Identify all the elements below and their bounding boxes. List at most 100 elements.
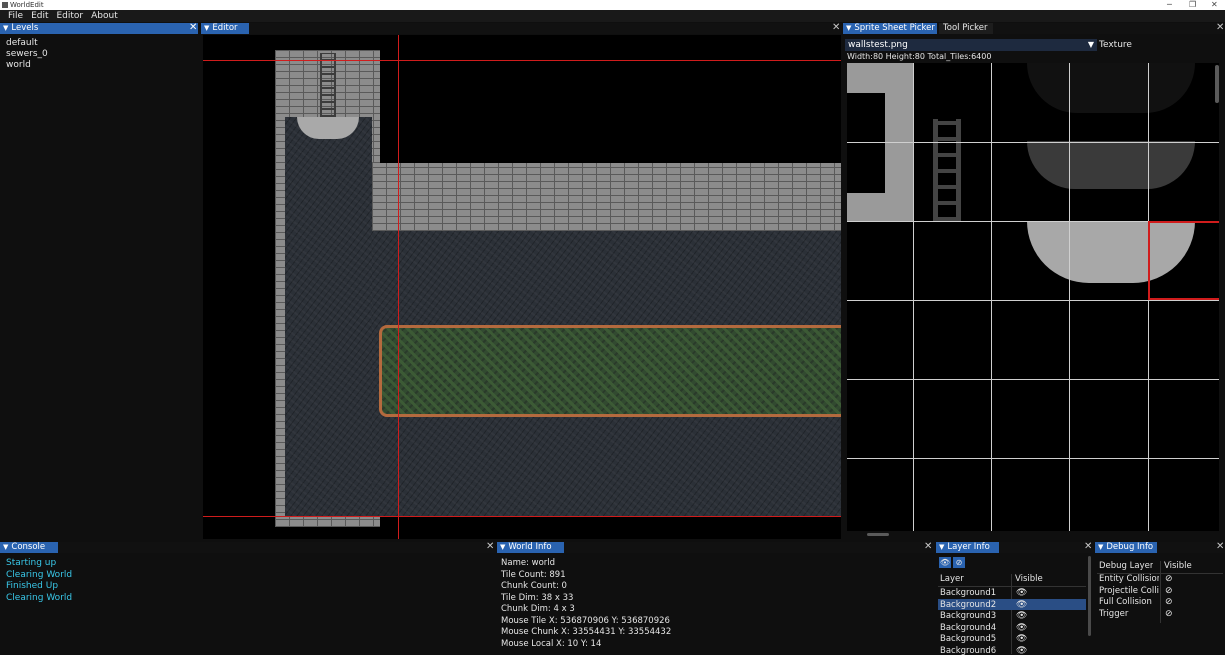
triangle-down-icon[interactable]: ▼ bbox=[939, 543, 944, 551]
triangle-down-icon[interactable]: ▼ bbox=[1098, 543, 1103, 551]
eye-icon[interactable]: 👁 bbox=[1016, 634, 1027, 646]
arch-mid-tile bbox=[1027, 141, 1195, 189]
close-icon[interactable]: ✕ bbox=[1216, 541, 1224, 552]
layer-row[interactable]: Background6 bbox=[940, 646, 1010, 655]
layer-row[interactable]: Background3 bbox=[940, 611, 1010, 623]
editor-panel: ▼ Editor ✕ bbox=[201, 22, 842, 541]
menu-file[interactable]: File bbox=[4, 10, 27, 22]
mouse-local: Mouse Local X: 10 Y: 14 bbox=[501, 638, 602, 649]
close-icon[interactable]: ✕ bbox=[486, 541, 494, 552]
grid-line bbox=[991, 63, 992, 531]
debug-layer-row[interactable]: Trigger bbox=[1099, 609, 1159, 621]
minimize-button[interactable]: ─ bbox=[1167, 0, 1172, 9]
console-title-bar: ▼ Console ✕ bbox=[0, 541, 496, 553]
tab-levels[interactable]: ▼ Levels bbox=[0, 23, 198, 34]
hide-all-eye-slash-icon[interactable]: ⊘ bbox=[953, 557, 965, 568]
window-title: WorldEdit bbox=[10, 1, 44, 9]
tab-debug-info[interactable]: ▼ Debug Info bbox=[1095, 542, 1157, 553]
wall-tile-opening bbox=[847, 93, 885, 193]
console-line: Clearing World bbox=[6, 569, 73, 580]
column-header-layer: Layer bbox=[940, 574, 964, 584]
console-line: Finished Up bbox=[6, 581, 59, 591]
tab-console[interactable]: ▼ Console bbox=[0, 542, 58, 553]
grid-line bbox=[1069, 63, 1070, 531]
tab-layer-info[interactable]: ▼ Layer Info bbox=[936, 542, 999, 553]
grid-line bbox=[847, 142, 1219, 143]
debug-layer-row[interactable]: Full Collision bbox=[1099, 597, 1159, 609]
triangle-down-icon[interactable]: ▼ bbox=[500, 543, 505, 551]
tab-editor[interactable]: ▼ Editor bbox=[201, 23, 249, 34]
layer-info-title-bar: ▼ Layer Info ✕ bbox=[936, 541, 1094, 553]
tab-world-info[interactable]: ▼ World Info bbox=[497, 542, 564, 553]
sprite-title-bar: ▼ Sprite Sheet Picker Tool Picker ✕ bbox=[843, 22, 1225, 34]
sprite-sheet-canvas[interactable] bbox=[847, 63, 1219, 531]
console-line: Clearing World bbox=[6, 592, 73, 603]
eye-slash-icon[interactable]: ⊘ bbox=[1165, 586, 1173, 598]
restore-button[interactable]: ❐ bbox=[1189, 0, 1196, 9]
world-info-tab-label: World Info bbox=[508, 542, 552, 552]
console-line: Starting up bbox=[6, 558, 57, 568]
sprite-sheet-panel: ▼ Sprite Sheet Picker Tool Picker ✕ walls… bbox=[843, 22, 1225, 541]
eye-slash-icon[interactable]: ⊘ bbox=[1165, 609, 1173, 621]
eye-slash-icon[interactable]: ⊘ bbox=[1165, 574, 1173, 586]
layer-info-panel: ▼ Layer Info ✕ 👁 ⊘ Layer Visible Backgrou… bbox=[936, 541, 1094, 655]
vertical-scrollbar[interactable] bbox=[1215, 65, 1219, 103]
tile-dim: Tile Dim: 38 x 33 bbox=[501, 592, 574, 603]
debug-info-tab-label: Debug Info bbox=[1106, 542, 1154, 552]
levels-title-bar: ▼ Levels ✕ bbox=[0, 22, 200, 34]
menu-about[interactable]: About bbox=[87, 10, 122, 22]
close-icon[interactable]: ✕ bbox=[1084, 541, 1092, 552]
eye-icon[interactable]: 👁 bbox=[1016, 600, 1027, 612]
selected-tile-highlight bbox=[1148, 221, 1219, 300]
debug-info-title-bar: ▼ Debug Info ✕ bbox=[1095, 541, 1225, 553]
debug-info-panel: ▼ Debug Info ✕ Debug Layer Visible Entity… bbox=[1095, 541, 1225, 655]
show-all-eye-icon[interactable]: 👁 bbox=[939, 557, 951, 568]
window-close-button[interactable]: ✕ bbox=[1211, 0, 1218, 9]
grass-strip bbox=[379, 325, 841, 417]
eye-icon[interactable]: 👁 bbox=[1016, 611, 1027, 623]
layer-row[interactable]: Background4 bbox=[940, 623, 1010, 635]
texture-select[interactable]: wallstest.png ▼ bbox=[845, 39, 1097, 51]
menu-editor[interactable]: Editor bbox=[53, 10, 88, 22]
tab-sprite-sheet-picker[interactable]: ▼ Sprite Sheet Picker bbox=[843, 23, 937, 34]
eye-icon[interactable]: 👁 bbox=[1016, 646, 1027, 655]
layer-row[interactable]: Background5 bbox=[940, 634, 1010, 646]
console-panel: ▼ Console ✕ Starting up Clearing World Fi… bbox=[0, 541, 496, 655]
close-icon[interactable]: ✕ bbox=[924, 541, 932, 552]
triangle-down-icon[interactable]: ▼ bbox=[846, 24, 851, 32]
levels-panel: ▼ Levels ✕ default sewers_0 world bbox=[0, 22, 200, 541]
mouse-chunk: Mouse Chunk X: 33554431 Y: 33554432 bbox=[501, 627, 672, 637]
mouse-tile: Mouse Tile X: 536870906 Y: 536870926 bbox=[501, 615, 670, 626]
layer-row[interactable]: Background2 bbox=[940, 600, 1010, 612]
chunk-count: Chunk Count: 0 bbox=[501, 581, 567, 591]
eye-slash-icon[interactable]: ⊘ bbox=[1165, 597, 1173, 609]
eye-icon[interactable]: 👁 bbox=[1016, 588, 1027, 600]
horizontal-scrollbar[interactable] bbox=[867, 533, 889, 536]
triangle-down-icon[interactable]: ▼ bbox=[3, 543, 8, 551]
layer-row[interactable]: Background1 bbox=[940, 588, 1010, 600]
column-header-visible: Visible bbox=[1164, 561, 1192, 571]
tab-tool-picker[interactable]: Tool Picker bbox=[939, 23, 993, 34]
ladder-tile bbox=[933, 119, 961, 221]
close-icon[interactable]: ✕ bbox=[832, 22, 840, 33]
level-item-default[interactable]: default bbox=[6, 38, 38, 49]
tile-count: Tile Count: 891 bbox=[501, 569, 566, 580]
triangle-down-icon[interactable]: ▼ bbox=[3, 24, 8, 32]
debug-layer-row[interactable]: Entity Collision bbox=[1099, 574, 1159, 586]
triangle-down-icon[interactable]: ▼ bbox=[204, 24, 209, 32]
close-icon[interactable]: ✕ bbox=[189, 22, 197, 33]
eye-icon[interactable]: 👁 bbox=[1016, 623, 1027, 635]
grid-line bbox=[913, 63, 914, 531]
texture-label: Texture bbox=[1099, 40, 1132, 50]
level-item-world[interactable]: world bbox=[6, 60, 31, 71]
chevron-down-icon[interactable]: ▼ bbox=[1088, 39, 1094, 51]
close-icon[interactable]: ✕ bbox=[1216, 22, 1224, 33]
debug-layer-row[interactable]: Projectile Collisio bbox=[1099, 586, 1159, 598]
vertical-scrollbar[interactable] bbox=[1088, 556, 1091, 636]
level-item-sewers[interactable]: sewers_0 bbox=[6, 49, 48, 60]
column-divider bbox=[1011, 574, 1012, 654]
menu-edit[interactable]: Edit bbox=[27, 10, 52, 22]
ladder bbox=[320, 53, 336, 117]
editor-viewport[interactable] bbox=[203, 35, 841, 539]
boundary-line-top bbox=[203, 60, 841, 61]
